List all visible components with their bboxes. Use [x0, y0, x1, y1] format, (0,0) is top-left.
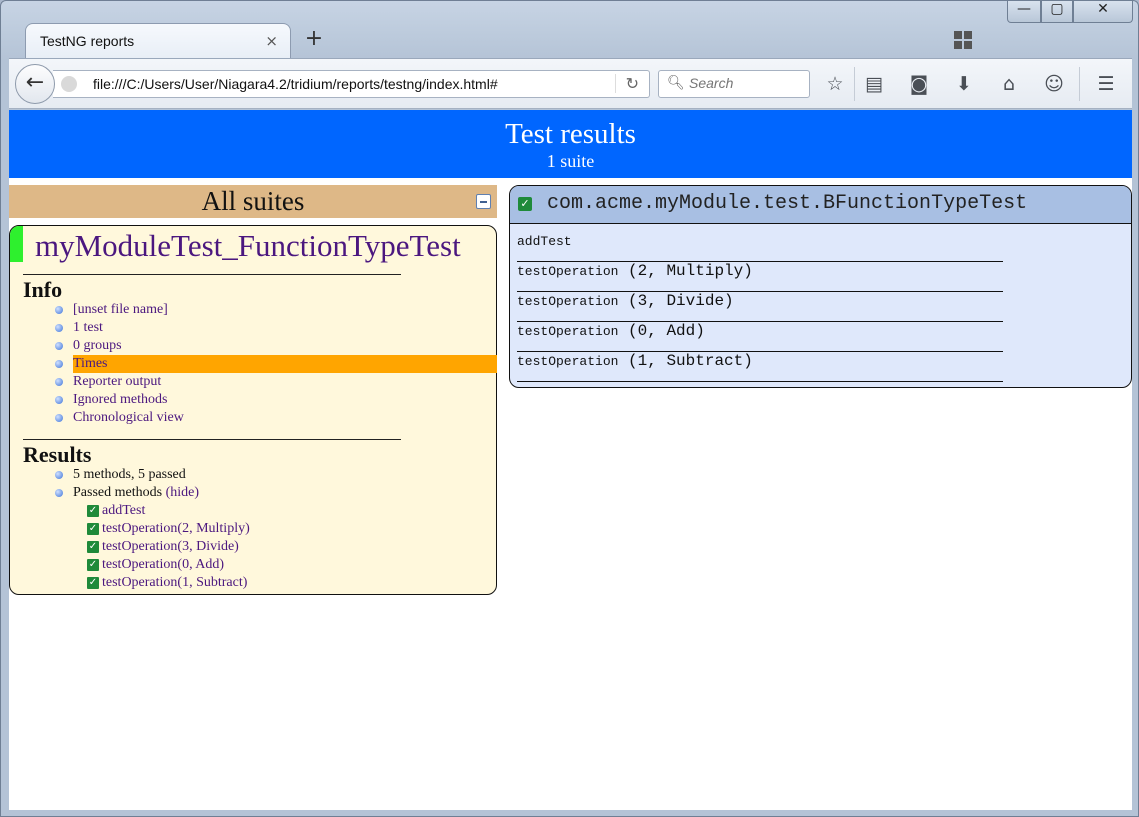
- results-heading: Results: [23, 442, 92, 467]
- search-input[interactable]: [689, 75, 805, 91]
- report-title: Test results: [505, 118, 636, 150]
- reading-list-icon[interactable]: ▤: [861, 71, 887, 97]
- bullet-icon: [55, 489, 63, 497]
- divider: [23, 274, 401, 275]
- method-args: (1, Subtract): [628, 352, 753, 370]
- bullet-icon: [55, 396, 63, 404]
- method-row: testOperation (3, Divide): [517, 292, 1003, 322]
- passed-method-link[interactable]: testOperation(0, Add): [102, 556, 224, 574]
- maximize-button[interactable]: ▢: [1041, 1, 1073, 23]
- download-icon[interactable]: ⬇: [951, 71, 977, 97]
- selected-item-highlight: [73, 355, 497, 373]
- tab-testng-reports[interactable]: TestNG reports ×: [25, 23, 291, 59]
- info-item-ignored-methods[interactable]: Ignored methods: [73, 391, 167, 409]
- search-bar[interactable]: 🔍︎: [658, 70, 810, 98]
- divider: [23, 439, 401, 440]
- all-suites-header: All suites: [9, 185, 497, 218]
- feedback-smiley-icon[interactable]: ☺: [1041, 71, 1067, 97]
- back-button[interactable]: ←: [15, 64, 55, 104]
- bullet-icon: [55, 324, 63, 332]
- toolbar-separator: [854, 67, 855, 101]
- close-window-button[interactable]: ✕: [1073, 1, 1133, 23]
- info-item-chronological-view[interactable]: Chronological view: [73, 409, 184, 427]
- home-icon[interactable]: ⌂: [996, 71, 1022, 97]
- tab-groups-icon[interactable]: [954, 31, 972, 49]
- collapse-icon[interactable]: [476, 194, 491, 209]
- new-tab-icon[interactable]: +: [303, 28, 325, 50]
- bullet-icon: [55, 471, 63, 479]
- minimize-button[interactable]: —: [1007, 1, 1041, 23]
- tab-title: TestNG reports: [40, 33, 135, 49]
- method-row: testOperation (1, Subtract): [517, 352, 1003, 382]
- class-header: ✓ com.acme.myModule.test.BFunctionTypeTe…: [510, 186, 1131, 224]
- pass-check-icon: ✓: [87, 577, 99, 589]
- method-row: addTest: [517, 232, 1003, 262]
- back-arrow-icon: ←: [25, 70, 45, 95]
- info-item-file-name[interactable]: [unset file name]: [73, 301, 168, 319]
- method-name: testOperation: [517, 324, 619, 339]
- info-item-tests[interactable]: 1 test: [73, 319, 103, 337]
- bookmark-star-icon[interactable]: ☆: [822, 71, 848, 97]
- close-tab-icon[interactable]: ×: [265, 32, 278, 50]
- toolbar-separator: [1079, 67, 1080, 101]
- report-subtitle: 1 suite: [546, 151, 595, 171]
- class-results-panel: ✓ com.acme.myModule.test.BFunctionTypeTe…: [509, 185, 1132, 388]
- passed-method-link[interactable]: addTest: [102, 502, 145, 520]
- method-name: testOperation: [517, 294, 619, 309]
- globe-icon: [61, 76, 77, 92]
- method-args: (3, Divide): [628, 292, 734, 310]
- bullet-icon: [55, 342, 63, 350]
- pass-check-icon: ✓: [518, 197, 532, 211]
- passed-methods-label: Passed methods: [73, 485, 163, 500]
- bullet-icon: [55, 414, 63, 422]
- method-name: testOperation: [517, 354, 619, 369]
- method-row: testOperation (2, Multiply): [517, 262, 1003, 292]
- reload-icon[interactable]: ↻: [614, 74, 639, 93]
- page-content: Test results 1 suite All suites myModule…: [9, 110, 1132, 810]
- info-item-groups[interactable]: 0 groups: [73, 337, 122, 355]
- hide-link[interactable]: (hide): [166, 485, 199, 500]
- class-name: com.acme.myModule.test.BFunctionTypeTest: [547, 192, 1028, 215]
- passed-method-link[interactable]: testOperation(2, Multiply): [102, 520, 250, 538]
- report-header: Test results 1 suite: [9, 110, 1132, 178]
- method-name: testOperation: [517, 264, 619, 279]
- pass-check-icon: ✓: [87, 541, 99, 553]
- navigation-toolbar: file:///C:/Users/User/Niagara4.2/tridium…: [9, 58, 1132, 109]
- browser-window: TestNG reports × + — ▢ ✕ file:///C:/User…: [0, 0, 1139, 817]
- suite-panel: myModuleTest_FunctionTypeTest Info [unse…: [9, 225, 497, 595]
- tab-strip: TestNG reports × + — ▢ ✕: [1, 1, 1138, 59]
- url-bar[interactable]: file:///C:/Users/User/Niagara4.2/tridium…: [53, 70, 650, 98]
- pass-check-icon: ✓: [87, 559, 99, 571]
- pass-check-icon: ✓: [87, 505, 99, 517]
- info-heading: Info: [23, 277, 63, 302]
- suite-name-link[interactable]: myModuleTest_FunctionTypeTest: [35, 228, 461, 264]
- bullet-icon: [55, 306, 63, 314]
- url-text[interactable]: file:///C:/Users/User/Niagara4.2/tridium…: [93, 76, 498, 92]
- method-args: (0, Add): [628, 322, 705, 340]
- menu-hamburger-icon[interactable]: ☰: [1093, 71, 1119, 97]
- pass-check-icon: ✓: [87, 523, 99, 535]
- passed-method-link[interactable]: testOperation(3, Divide): [102, 538, 239, 556]
- suite-status-bar: [10, 226, 23, 262]
- info-item-reporter-output[interactable]: Reporter output: [73, 373, 161, 391]
- bullet-icon: [55, 378, 63, 386]
- results-summary: 5 methods, 5 passed: [73, 467, 186, 482]
- pocket-icon[interactable]: ◙: [906, 71, 932, 97]
- method-row: testOperation (0, Add): [517, 322, 1003, 352]
- method-name: addTest: [517, 234, 572, 249]
- info-item-times[interactable]: Times: [73, 355, 108, 373]
- search-icon: 🔍︎: [667, 75, 685, 91]
- passed-methods-row: Passed methods (hide): [73, 484, 199, 502]
- bullet-icon: [55, 360, 63, 368]
- passed-method-link[interactable]: testOperation(1, Subtract): [102, 574, 247, 592]
- all-suites-label: All suites: [201, 186, 305, 216]
- method-args: (2, Multiply): [628, 262, 753, 280]
